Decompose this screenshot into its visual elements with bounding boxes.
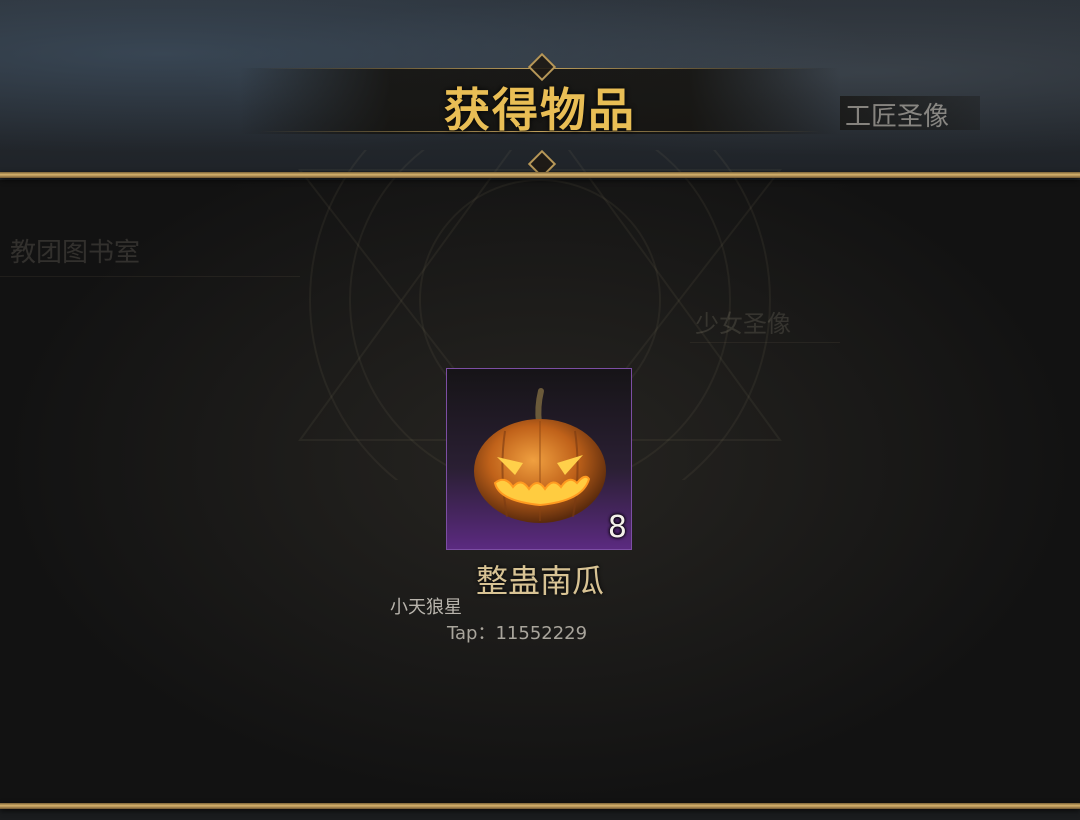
top-gold-divider — [0, 172, 1080, 178]
watermark-username: 小天狼星 — [390, 597, 462, 618]
page-title: 获得物品 — [444, 83, 636, 137]
background-label-underline — [0, 276, 300, 277]
bottom-gold-divider — [0, 803, 1080, 809]
jack-o-lantern-icon — [474, 388, 606, 523]
watermark-tap-id: Tap：11552229 — [447, 623, 588, 644]
background-label-library: 教团图书室 — [10, 238, 141, 268]
side-location-label: 工匠圣像 — [845, 102, 950, 132]
item-count-badge: 8 — [607, 510, 627, 545]
reward-item-slot[interactable]: 8 — [446, 368, 632, 550]
